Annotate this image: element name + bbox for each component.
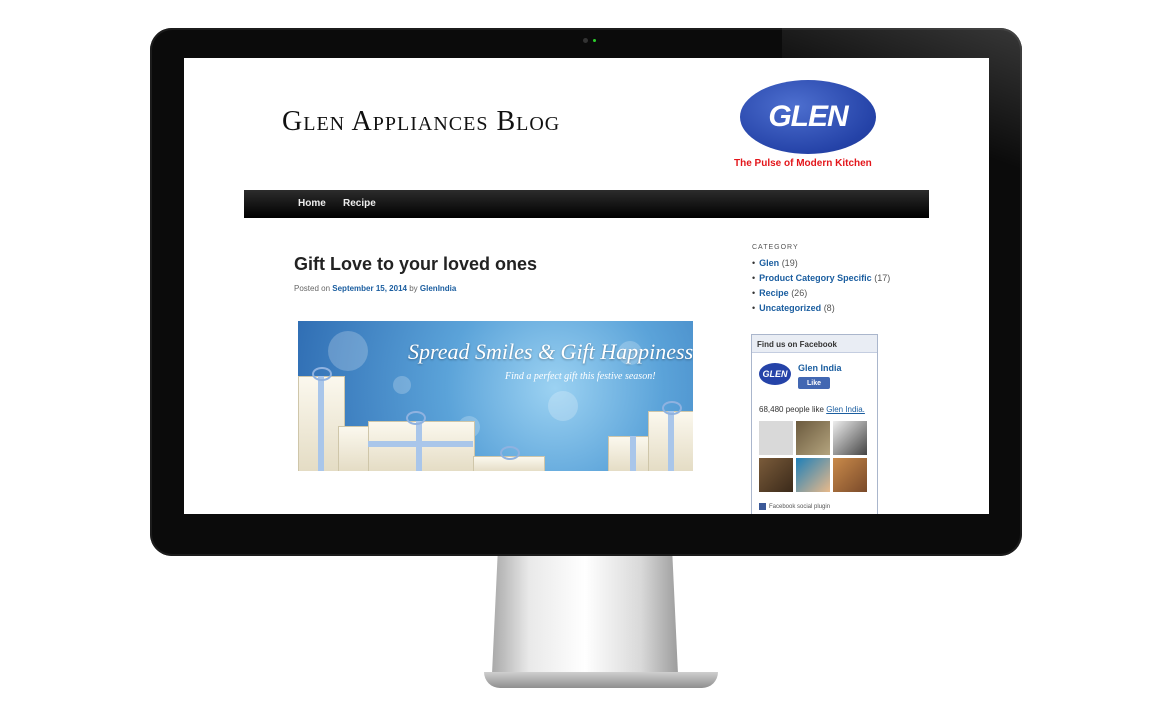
facebook-plugin-footer[interactable]: Facebook social plugin (759, 503, 830, 510)
fan-avatar[interactable] (796, 421, 830, 455)
banner-subline: Find a perfect gift this festive season! (505, 371, 656, 382)
glen-logo[interactable]: GLEN (740, 80, 876, 154)
post-meta-by: by (409, 284, 418, 293)
logo-text: GLEN (768, 100, 848, 133)
facebook-page-name[interactable]: Glen India (798, 363, 842, 373)
facebook-like-box: Find us on Facebook GLEN Glen India Like… (751, 334, 878, 514)
post-title[interactable]: Gift Love to your loved ones (294, 254, 537, 275)
category-item[interactable]: • Product Category Specific (17) (752, 273, 890, 288)
post-meta-prefix: Posted on (294, 284, 331, 293)
site-tagline: The Pulse of Modern Kitchen (734, 158, 872, 169)
fan-avatar[interactable] (759, 458, 793, 492)
banner-headline: Spread Smiles & Gift Happiness (408, 339, 693, 364)
webcam-led-icon (593, 39, 596, 42)
facebook-box-header: Find us on Facebook (752, 335, 877, 353)
facebook-like-button[interactable]: Like (798, 377, 830, 389)
fan-avatar[interactable] (796, 458, 830, 492)
nav-item-recipe[interactable]: Recipe (343, 198, 376, 209)
fan-avatar[interactable] (759, 421, 793, 455)
browser-screen: Glen Appliances Blog GLEN The Pulse of M… (184, 58, 989, 514)
category-item[interactable]: • Recipe (26) (752, 288, 890, 303)
category-item[interactable]: • Glen (19) (752, 258, 890, 273)
post-banner-image[interactable]: Spread Smiles & Gift Happiness Find a pe… (298, 321, 693, 471)
nav-item-home[interactable]: Home (298, 198, 326, 209)
monitor-stand (492, 556, 678, 674)
monitor-base (484, 672, 718, 688)
main-nav: Home Recipe (244, 190, 929, 218)
facebook-likes-count: 68,480 people like Glen India. (759, 405, 865, 414)
category-list: • Glen (19) • Product Category Specific (1… (752, 258, 890, 318)
site-title[interactable]: Glen Appliances Blog (282, 106, 560, 138)
fan-avatar[interactable] (833, 421, 867, 455)
facebook-icon (759, 503, 766, 510)
fan-avatar[interactable] (833, 458, 867, 492)
facebook-likes-page-link[interactable]: Glen India. (826, 405, 865, 414)
webcam-icon (583, 38, 588, 43)
post-author-link[interactable]: GlenIndia (420, 284, 456, 293)
gift-box (338, 426, 370, 471)
post-date-link[interactable]: September 15, 2014 (332, 284, 407, 293)
glen-page-avatar[interactable]: GLEN (759, 363, 791, 385)
category-heading: CATEGORY (752, 244, 799, 251)
post-meta: Posted on September 15, 2014 by GlenIndi… (294, 284, 456, 293)
category-item[interactable]: • Uncategorized (8) (752, 303, 890, 318)
facebook-like-label: Like (806, 379, 821, 387)
